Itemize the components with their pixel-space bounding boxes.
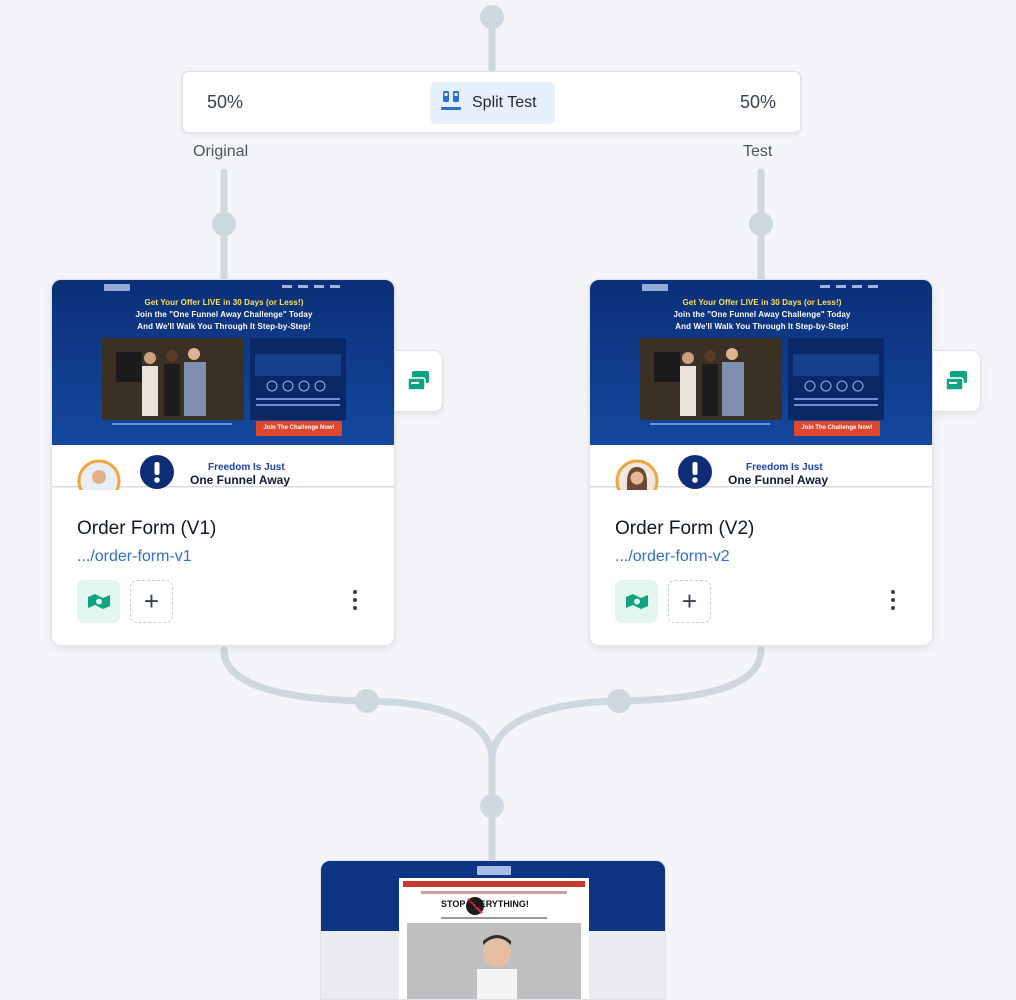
connector-node xyxy=(749,212,773,236)
original-percentage: 50% xyxy=(207,92,244,112)
connector-node xyxy=(355,689,379,713)
test-percentage: 50% xyxy=(739,92,776,112)
money-icon xyxy=(87,593,110,609)
branch-label-test: Test xyxy=(743,143,773,160)
branch-label-original: Original xyxy=(193,143,249,160)
page-thumbnail[interactable]: Get Your Offer LIVE in 30 Days (or Less!… xyxy=(590,280,932,490)
split-test-badge[interactable]: Split Test xyxy=(430,82,555,124)
payment-product-button[interactable] xyxy=(77,580,120,623)
side-tab-v1[interactable] xyxy=(395,350,443,412)
add-step-button[interactable]: + xyxy=(668,580,711,623)
side-tab-v2[interactable] xyxy=(933,350,981,412)
page-thumbnail[interactable]: Get Your Offer LIVE in 30 Days (or Less!… xyxy=(52,280,394,490)
page-name: Order Form (V1) xyxy=(77,518,217,539)
funnel-step-card-v1[interactable]: Get Your Offer LIVE in 30 Days (or Less!… xyxy=(51,279,395,646)
payment-product-button[interactable] xyxy=(615,580,658,623)
next-page-headline: STOP EVERYTHING! xyxy=(441,899,529,909)
connector-node xyxy=(480,5,504,29)
funnel-step-card-next[interactable]: STOP EVERYTHING! xyxy=(320,860,666,1000)
thumb-headline-2: Join the "One Funnel Away Challenge" Tod… xyxy=(135,310,313,319)
avatar-man xyxy=(77,459,121,490)
page-settings-icon xyxy=(406,371,429,391)
split-test-icon xyxy=(440,90,462,117)
thumb-headline-3: And We'll Walk You Through It Step-by-St… xyxy=(675,322,849,331)
avatar-woman xyxy=(615,459,659,490)
page-url-link[interactable]: .../order-form-v1 xyxy=(77,548,192,566)
page-url-link[interactable]: .../order-form-v2 xyxy=(615,548,730,566)
split-test-label: Split Test xyxy=(472,94,537,111)
money-icon xyxy=(625,593,648,609)
connector-node xyxy=(607,689,631,713)
freedom-line-2: One Funnel Away xyxy=(728,473,829,487)
thumb-headline-1: Get Your Offer LIVE in 30 Days (or Less!… xyxy=(144,298,304,307)
thumb-cta: Join The Challenge Now! xyxy=(256,421,342,436)
thumb-headline-3: And We'll Walk You Through It Step-by-St… xyxy=(137,322,311,331)
funnel-step-card-v2[interactable]: Get Your Offer LIVE in 30 Days (or Less!… xyxy=(589,279,933,646)
split-test-bar[interactable]: 50% Split Test 50% xyxy=(182,71,801,133)
connector-node xyxy=(212,212,236,236)
page-name: Order Form (V2) xyxy=(615,518,755,539)
freedom-line-1: Freedom Is Just xyxy=(746,462,823,473)
thumb-headline-2: Join the "One Funnel Away Challenge" Tod… xyxy=(673,310,851,319)
more-options-button[interactable] xyxy=(888,590,898,614)
freedom-line-1: Freedom Is Just xyxy=(208,462,285,473)
thumb-cta: Join The Challenge Now! xyxy=(794,421,880,436)
freedom-line-2: One Funnel Away xyxy=(190,473,291,487)
connector-node xyxy=(480,794,504,818)
add-step-button[interactable]: + xyxy=(130,580,173,623)
plus-icon: + xyxy=(681,586,698,616)
next-page-thumbnail xyxy=(321,861,665,999)
exclamation-icon xyxy=(678,455,712,489)
plus-icon: + xyxy=(143,586,160,616)
page-settings-icon xyxy=(944,371,967,391)
thumb-headline-1: Get Your Offer LIVE in 30 Days (or Less!… xyxy=(682,298,842,307)
exclamation-icon xyxy=(140,455,174,489)
more-options-button[interactable] xyxy=(350,590,360,614)
